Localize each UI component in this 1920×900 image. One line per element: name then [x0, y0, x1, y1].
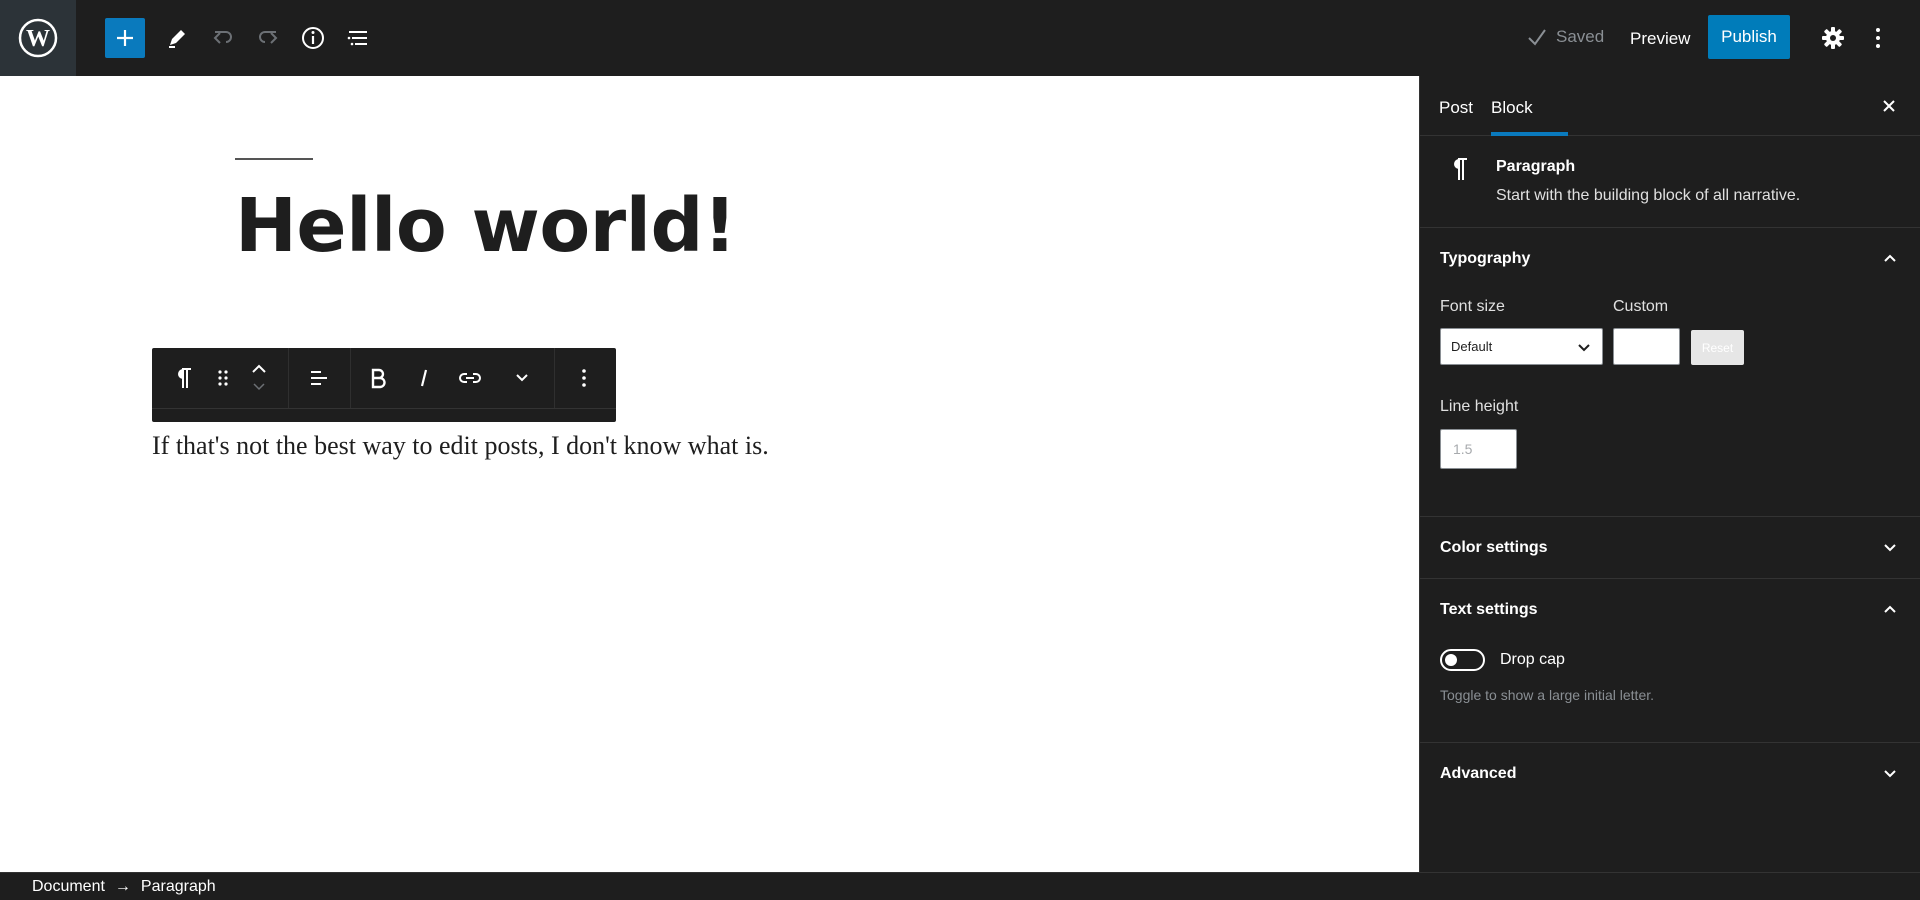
- chevron-down-icon: [516, 374, 528, 382]
- text-settings-panel-toggle[interactable]: Text settings: [1420, 579, 1920, 639]
- italic-icon: [420, 369, 428, 387]
- link-button[interactable]: [450, 348, 490, 408]
- list-view-button[interactable]: [338, 18, 378, 58]
- settings-sidebar: Post Block Paragraph Start with the buil…: [1419, 76, 1920, 872]
- chevron-down-icon: [1578, 344, 1590, 352]
- drag-handle-icon: [218, 370, 228, 386]
- align-button[interactable]: [297, 348, 341, 408]
- check-icon: [1528, 29, 1546, 46]
- font-size-select[interactable]: Default: [1440, 328, 1603, 365]
- editor-canvas[interactable]: Hello world! If that's not the best way …: [0, 76, 1419, 872]
- drop-cap-help: Toggle to show a large initial letter.: [1440, 687, 1655, 703]
- pencil-icon: [169, 30, 185, 48]
- wordpress-logo-icon[interactable]: W: [0, 0, 76, 76]
- close-sidebar-button[interactable]: [1875, 92, 1903, 120]
- options-button[interactable]: [1858, 18, 1898, 58]
- font-size-label: Font size: [1440, 298, 1505, 315]
- reset-button[interactable]: Reset: [1691, 330, 1744, 365]
- separator-line: [235, 158, 313, 160]
- paragraph-block[interactable]: If that's not the best way to edit posts…: [152, 431, 769, 461]
- font-size-value: Default: [1451, 339, 1493, 354]
- line-height-label: Line height: [1440, 398, 1519, 415]
- line-height-input[interactable]: 1.5: [1440, 429, 1517, 469]
- breadcrumb-document[interactable]: Document: [32, 878, 105, 896]
- chevron-up-icon: [1884, 254, 1896, 262]
- advanced-panel-toggle[interactable]: Advanced: [1420, 743, 1920, 803]
- breadcrumb-current: Paragraph: [140, 877, 216, 895]
- align-left-icon: [311, 371, 327, 385]
- bold-button[interactable]: [358, 348, 398, 408]
- saved-label: Saved: [1556, 27, 1605, 46]
- chevron-down-icon: [1884, 544, 1896, 552]
- post-title[interactable]: Hello world!: [235, 183, 737, 269]
- undo-button[interactable]: [203, 18, 243, 58]
- typography-panel-toggle[interactable]: Typography: [1420, 228, 1920, 288]
- move-up-down[interactable]: [244, 348, 274, 408]
- plus-icon: [117, 30, 133, 46]
- add-block-button[interactable]: [105, 18, 145, 58]
- drop-cap-label: Drop cap: [1500, 651, 1565, 668]
- more-rich-text-button[interactable]: [502, 348, 542, 408]
- svg-text:W: W: [26, 26, 50, 52]
- settings-button[interactable]: [1813, 18, 1853, 58]
- kebab-menu-icon: [582, 369, 586, 387]
- undo-icon: [213, 31, 232, 44]
- pilcrow-icon: [1450, 156, 1470, 187]
- color-settings-panel-toggle[interactable]: Color settings: [1420, 517, 1920, 577]
- kebab-menu-icon: [1876, 28, 1880, 48]
- drop-cap-toggle[interactable]: [1440, 649, 1485, 671]
- chevron-up-icon: [1884, 605, 1896, 613]
- block-toolbar: [152, 348, 616, 422]
- panel-title: Color settings: [1440, 539, 1548, 556]
- redo-button[interactable]: [248, 18, 288, 58]
- block-card-description: Start with the building block of all nar…: [1496, 187, 1801, 204]
- list-view-icon: [347, 31, 367, 46]
- preview-button[interactable]: Preview: [1630, 29, 1690, 49]
- pilcrow-icon: [178, 368, 191, 388]
- chevron-down-icon: [1884, 770, 1896, 778]
- move-arrows-icon: [252, 364, 266, 391]
- panel-title: Typography: [1440, 250, 1531, 267]
- link-icon: [459, 373, 481, 383]
- tools-button[interactable]: [157, 18, 197, 58]
- block-options-button[interactable]: [564, 348, 604, 408]
- toggle-knob: [1445, 654, 1457, 666]
- tab-post[interactable]: Post: [1439, 98, 1473, 118]
- breadcrumb: Document → Paragraph: [0, 872, 1920, 900]
- panel-title: Text settings: [1440, 601, 1538, 618]
- gear-icon: [1822, 27, 1844, 49]
- block-type-button[interactable]: [164, 348, 204, 408]
- breadcrumb-arrow: →: [114, 877, 131, 895]
- bold-icon: [371, 368, 386, 389]
- custom-font-size-input[interactable]: [1613, 328, 1680, 365]
- block-card-title: Paragraph: [1496, 158, 1576, 175]
- saved-status: Saved: [1526, 26, 1604, 48]
- tab-block[interactable]: Block: [1491, 98, 1533, 118]
- redo-icon: [259, 31, 278, 44]
- details-button[interactable]: [293, 18, 333, 58]
- editor-header: W Saved Preview Publish: [0, 0, 1920, 76]
- panel-title: Advanced: [1440, 765, 1517, 782]
- publish-button[interactable]: Publish: [1708, 15, 1790, 59]
- custom-size-label: Custom: [1613, 298, 1669, 315]
- info-icon: [302, 27, 324, 49]
- block-card: Paragraph Start with the building block …: [1420, 136, 1920, 228]
- drag-handle[interactable]: [208, 348, 238, 408]
- close-icon: [1883, 100, 1895, 112]
- italic-button[interactable]: [404, 348, 444, 408]
- sidebar-tabs: Post Block: [1420, 76, 1920, 136]
